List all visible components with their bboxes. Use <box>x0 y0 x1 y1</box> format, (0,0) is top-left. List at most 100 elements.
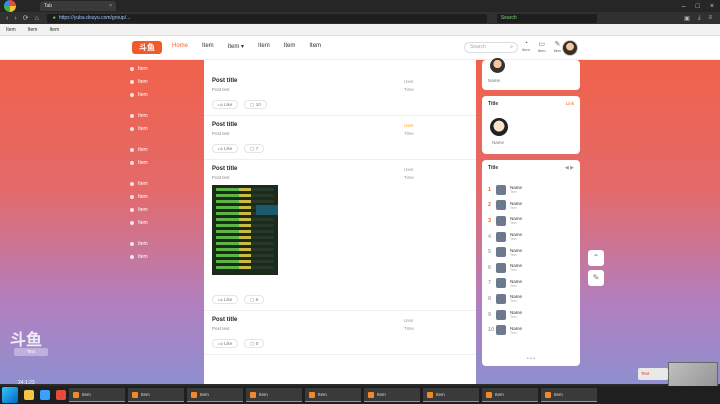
start-button[interactable] <box>2 387 18 403</box>
close-icon[interactable]: × <box>109 3 112 9</box>
ranking-pager[interactable]: ◀ ▶ <box>565 165 574 171</box>
search-icon[interactable]: ⌕ <box>510 43 513 52</box>
comment-button[interactable]: ▢ 0 <box>244 339 265 348</box>
bookmark-item[interactable]: Item <box>6 27 16 33</box>
taskbar-item[interactable]: Item <box>128 388 184 402</box>
sidebar-item[interactable]: Item <box>130 88 202 101</box>
list-item[interactable]: 6 Name Text <box>488 260 576 276</box>
site-logo[interactable]: 斗鱼 <box>132 41 162 54</box>
taskbar-item[interactable]: Item <box>69 388 125 402</box>
nav-item[interactable]: Item ▾ <box>228 43 244 50</box>
taskbar-item[interactable]: Item <box>246 388 302 402</box>
nav-item[interactable]: Item <box>258 43 270 50</box>
list-item[interactable]: 2 Name Text <box>488 198 576 214</box>
post-user[interactable]: User <box>404 78 414 86</box>
sidebar-item[interactable]: Item <box>130 203 202 216</box>
profile-name[interactable]: Name <box>488 78 500 83</box>
maximize-button[interactable]: □ <box>696 3 700 10</box>
manager-link[interactable]: Link <box>566 101 574 106</box>
post-card[interactable]: Post title Post text User Time 👍︎ Like ▢… <box>204 311 476 355</box>
nav-item[interactable]: Item <box>309 43 321 50</box>
taskbar-item[interactable]: Item <box>423 388 479 402</box>
extension-icon[interactable]: ▣ <box>684 15 690 22</box>
sidebar-item[interactable]: Item <box>130 143 202 156</box>
sidebar-item[interactable]: Item <box>130 109 202 122</box>
ranking-footer[interactable]: • • • <box>482 356 580 362</box>
nav-item[interactable]: Item <box>284 43 296 50</box>
comment-button[interactable]: ▢ 6 <box>244 295 265 304</box>
minimize-button[interactable]: – <box>682 3 686 10</box>
list-item[interactable]: 4 Name Text <box>488 229 576 245</box>
avatar[interactable] <box>490 118 508 136</box>
taskbar-item[interactable]: Item <box>482 388 538 402</box>
forward-icon[interactable]: › <box>14 15 16 22</box>
avatar[interactable] <box>490 58 505 73</box>
header-action[interactable]: ▭ Item <box>538 40 546 53</box>
download-icon[interactable]: ⤓ <box>698 15 701 22</box>
post-user[interactable]: User <box>404 317 414 325</box>
edit-float-button[interactable]: ✎ <box>588 270 604 286</box>
list-item[interactable]: 7 Name Text <box>488 276 576 292</box>
bookmark-item[interactable]: Item <box>28 27 38 33</box>
search-engine-box[interactable]: Search <box>496 13 597 23</box>
url-input[interactable]: ● https://yuba.douyu.com/group/... <box>46 13 487 23</box>
like-button[interactable]: 👍︎ Like <box>212 339 239 348</box>
sidebar-item[interactable]: Item <box>130 177 202 190</box>
post-card[interactable]: Post title Post text User Time 👍︎ Like ▢… <box>204 60 476 116</box>
app-icon[interactable] <box>56 390 66 400</box>
taskbar-item[interactable]: Item <box>187 388 243 402</box>
browser-tab[interactable]: Tab × <box>40 1 116 11</box>
sidebar-item[interactable]: Item <box>130 156 202 169</box>
post-title[interactable]: Post title <box>212 122 468 128</box>
sidebar-item[interactable]: Item <box>130 62 202 75</box>
list-item[interactable]: 8 Name Text <box>488 291 576 307</box>
header-action[interactable]: ◔ Item <box>522 40 530 53</box>
sidebar-item[interactable]: Item <box>130 122 202 135</box>
like-button[interactable]: 👍︎ Like <box>212 295 239 304</box>
app-icon[interactable] <box>40 390 50 400</box>
sidebar-item[interactable]: Item <box>130 190 202 203</box>
post-user[interactable]: User <box>404 122 414 130</box>
sidebar-item[interactable]: Item <box>130 216 202 229</box>
post-title[interactable]: Post title <box>212 317 468 323</box>
sidebar-item[interactable]: Item <box>130 75 202 88</box>
nav-item[interactable]: Item <box>202 43 214 50</box>
scroll-top-button[interactable]: ⌃ <box>588 250 604 266</box>
list-item[interactable]: 9 Name Text <box>488 307 576 323</box>
list-item[interactable]: 3 Name Text <box>488 213 576 229</box>
sidebar-item[interactable]: Item <box>130 250 202 263</box>
back-icon[interactable]: ‹ <box>6 15 8 22</box>
list-item[interactable]: 1 Name Text <box>488 182 576 198</box>
app-icon <box>427 391 433 398</box>
home-icon[interactable]: ⌂ <box>35 15 39 22</box>
list-item[interactable]: 10 Name Text <box>488 322 576 338</box>
post-user[interactable]: User <box>404 166 414 174</box>
post-image[interactable] <box>212 185 278 275</box>
close-window-button[interactable]: × <box>710 3 714 10</box>
comment-button[interactable]: ▢ 10 <box>244 100 267 109</box>
post-title[interactable]: Post title <box>212 78 468 84</box>
image-row <box>216 230 274 233</box>
taskbar-item[interactable]: Item <box>541 388 597 402</box>
comment-button[interactable]: ▢ 7 <box>244 144 265 153</box>
taskbar-item[interactable]: Item <box>305 388 361 402</box>
post-card[interactable]: Post title Post text User Time 👍︎ Like ▢… <box>204 116 476 160</box>
reload-icon[interactable]: ⟳ <box>23 14 29 22</box>
manager-name[interactable]: Name <box>492 140 504 145</box>
sidebar-item[interactable]: Item <box>130 237 202 250</box>
post-title[interactable]: Post title <box>212 166 468 172</box>
bookmark-item[interactable]: Item <box>49 27 59 33</box>
nav-item-home[interactable]: Home <box>172 43 188 50</box>
list-item[interactable]: 5 Name Text <box>488 244 576 260</box>
taskbar-item-label: Item <box>259 392 268 397</box>
app-icon[interactable] <box>24 390 34 400</box>
site-search-input[interactable]: Search ⌕ <box>464 42 518 53</box>
header-action[interactable]: ✎ Item <box>554 40 562 53</box>
taskbar-item[interactable]: Item <box>364 388 420 402</box>
avatar[interactable] <box>562 40 578 56</box>
like-button[interactable]: 👍︎ Like <box>212 100 239 109</box>
notification-toast[interactable]: Text <box>638 368 668 380</box>
like-button[interactable]: 👍︎ Like <box>212 144 239 153</box>
menu-icon[interactable]: ≡ <box>708 15 712 22</box>
post-card[interactable]: Post title Post text User Time 👍︎ Like ▢… <box>204 160 476 311</box>
